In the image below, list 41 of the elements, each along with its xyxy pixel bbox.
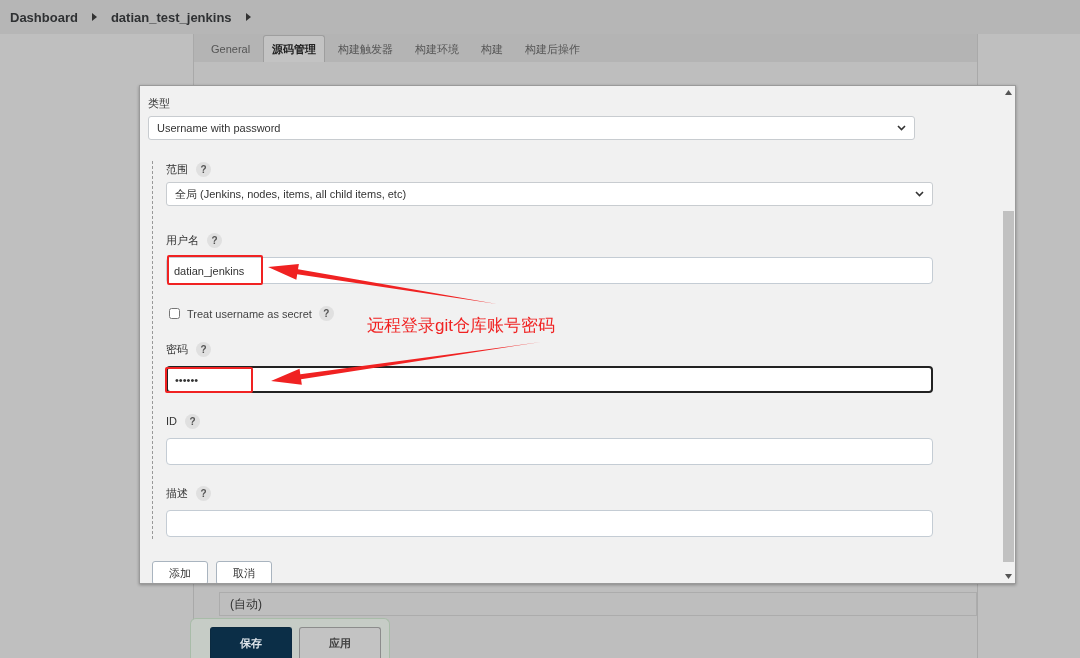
help-icon[interactable]: ? [207,232,222,248]
field-label: 类型 [148,95,170,111]
help-icon[interactable]: ? [196,161,211,177]
scrollbar-thumb[interactable] [1003,211,1014,562]
help-icon[interactable]: ? [196,485,211,501]
tab[interactable]: 构建环境 [406,35,469,62]
checkbox[interactable] [169,308,180,319]
apply-button[interactable]: 应用 [299,627,381,658]
tab[interactable]: 源码管理 [263,35,326,62]
caret-icon[interactable] [91,13,97,21]
scroll-up-icon[interactable] [1005,90,1012,95]
caret-icon[interactable] [245,13,251,21]
input-field[interactable] [166,510,933,537]
input-field[interactable]: datian_jenkins [166,257,933,284]
input-field[interactable]: (自动) [219,592,977,616]
add-button[interactable]: 添加 [152,561,208,583]
save-button[interactable]: 保存 [210,627,292,658]
type-select[interactable]: Username with password [148,116,915,140]
tab[interactable]: General [202,35,260,62]
input-field[interactable]: •••••• [166,366,933,393]
field-label: 用户名 [166,232,199,248]
tab[interactable]: 构建 [472,35,513,62]
checkbox-label: Treat username as secret [187,307,312,320]
breadcrumb-link[interactable]: datian_test_jenkins [110,9,232,25]
field-label: 描述 [166,485,188,501]
help-icon[interactable]: ? [185,413,200,429]
tab[interactable]: 构建触发器 [329,35,403,62]
field-label: 密码 [166,341,188,357]
scope-select[interactable]: 全局 (Jenkins, nodes, items, all child items, etc) [166,182,933,206]
tab[interactable]: 构建后操作 [516,35,590,62]
chevron-down-icon [915,191,924,197]
breadcrumb-link[interactable]: Dashboard [10,9,78,25]
chevron-down-icon [897,125,906,131]
field-label: 范围 [166,161,188,177]
scroll-down-icon[interactable] [1005,574,1012,579]
annotation-note: 远程登录git仓库账号密码 [367,315,555,337]
help-icon[interactable]: ? [318,306,334,321]
cancel-button[interactable]: 取消 [216,561,272,583]
input-field[interactable] [166,438,933,465]
help-icon[interactable]: ? [196,341,211,357]
field-label: ID [166,415,177,427]
